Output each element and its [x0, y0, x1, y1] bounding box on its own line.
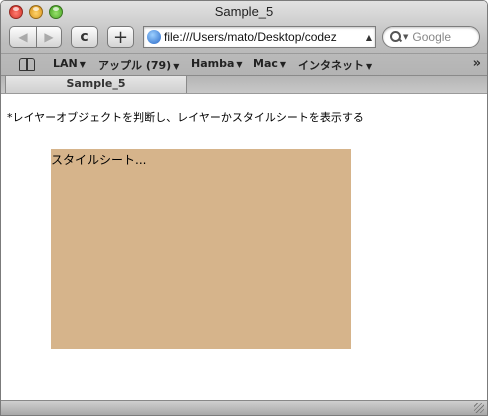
chevron-down-icon: ▼	[236, 60, 243, 69]
back-button[interactable]: ◀	[9, 26, 36, 48]
bookmark-mac[interactable]: Mac ▼	[253, 57, 286, 70]
add-bookmark-button[interactable]: +	[107, 26, 134, 48]
bookmark-hamba[interactable]: Hamba ▼	[191, 57, 243, 70]
bookmarks-overflow-icon[interactable]: »	[473, 56, 481, 71]
bookmarks-book-icon[interactable]	[19, 58, 35, 71]
forward-arrow-icon: ▶	[44, 30, 54, 44]
search-icon[interactable]	[390, 31, 402, 43]
browser-window: Sample_5 ◀ ▶ c + file:///Users/mato/Desk…	[0, 0, 488, 416]
bookmarks-bar: LAN ▼ アップル (79) ▼ Hamba ▼ Mac ▼ インタネット ▼ »	[1, 53, 487, 75]
tab-bar: Sample_5	[1, 75, 487, 94]
browser-chrome: Sample_5 ◀ ▶ c + file:///Users/mato/Desk…	[1, 1, 487, 94]
search-placeholder[interactable]: Google	[412, 30, 451, 44]
reload-icon: c	[80, 29, 89, 45]
url-scroll-icon[interactable]: ▲	[363, 33, 375, 42]
bookmark-label: Hamba	[191, 57, 235, 70]
window-title: Sample_5	[214, 4, 274, 19]
title-bar[interactable]: Sample_5	[1, 1, 487, 23]
reload-button[interactable]: c	[71, 26, 98, 48]
plus-icon: +	[112, 26, 129, 48]
status-bar	[1, 400, 487, 415]
url-text[interactable]: file:///Users/mato/Desktop/codez	[164, 30, 363, 44]
back-arrow-icon: ◀	[18, 30, 28, 44]
stylesheet-layer: スタイルシート...	[51, 149, 351, 349]
bookmark-label: アップル (79)	[98, 59, 172, 72]
address-bar[interactable]: file:///Users/mato/Desktop/codez ▲	[143, 26, 376, 48]
forward-button[interactable]: ▶	[36, 26, 62, 48]
page-content: *レイヤーオブジェクトを判断し、レイヤーかスタイルシートを表示する スタイルシー…	[1, 93, 487, 402]
bookmark-lan[interactable]: LAN ▼	[53, 57, 86, 70]
bookmark-label: Mac	[253, 57, 278, 70]
chevron-down-icon: ▼	[173, 62, 180, 71]
tab-sample-5[interactable]: Sample_5	[5, 76, 187, 94]
bookmark-label: LAN	[53, 57, 78, 70]
chevron-down-icon: ▼	[79, 60, 86, 69]
chevron-down-icon: ▼	[279, 60, 287, 69]
search-field[interactable]: ▼ Google	[382, 26, 480, 48]
bookmark-apple[interactable]: アップル (79) ▼	[98, 57, 179, 73]
resize-grip-icon[interactable]	[474, 403, 484, 413]
search-menu-caret-icon[interactable]: ▼	[403, 33, 408, 41]
chevron-down-icon: ▼	[366, 62, 373, 71]
navigation-toolbar: ◀ ▶ c + file:///Users/mato/Desktop/codez…	[1, 23, 487, 53]
layer-text: スタイルシート...	[51, 153, 147, 167]
site-globe-icon	[147, 30, 161, 44]
bookmark-internet[interactable]: インタネット ▼	[298, 57, 372, 73]
page-description: *レイヤーオブジェクトを判断し、レイヤーかスタイルシートを表示する	[7, 111, 364, 124]
bookmark-label: インタネット	[298, 59, 364, 72]
